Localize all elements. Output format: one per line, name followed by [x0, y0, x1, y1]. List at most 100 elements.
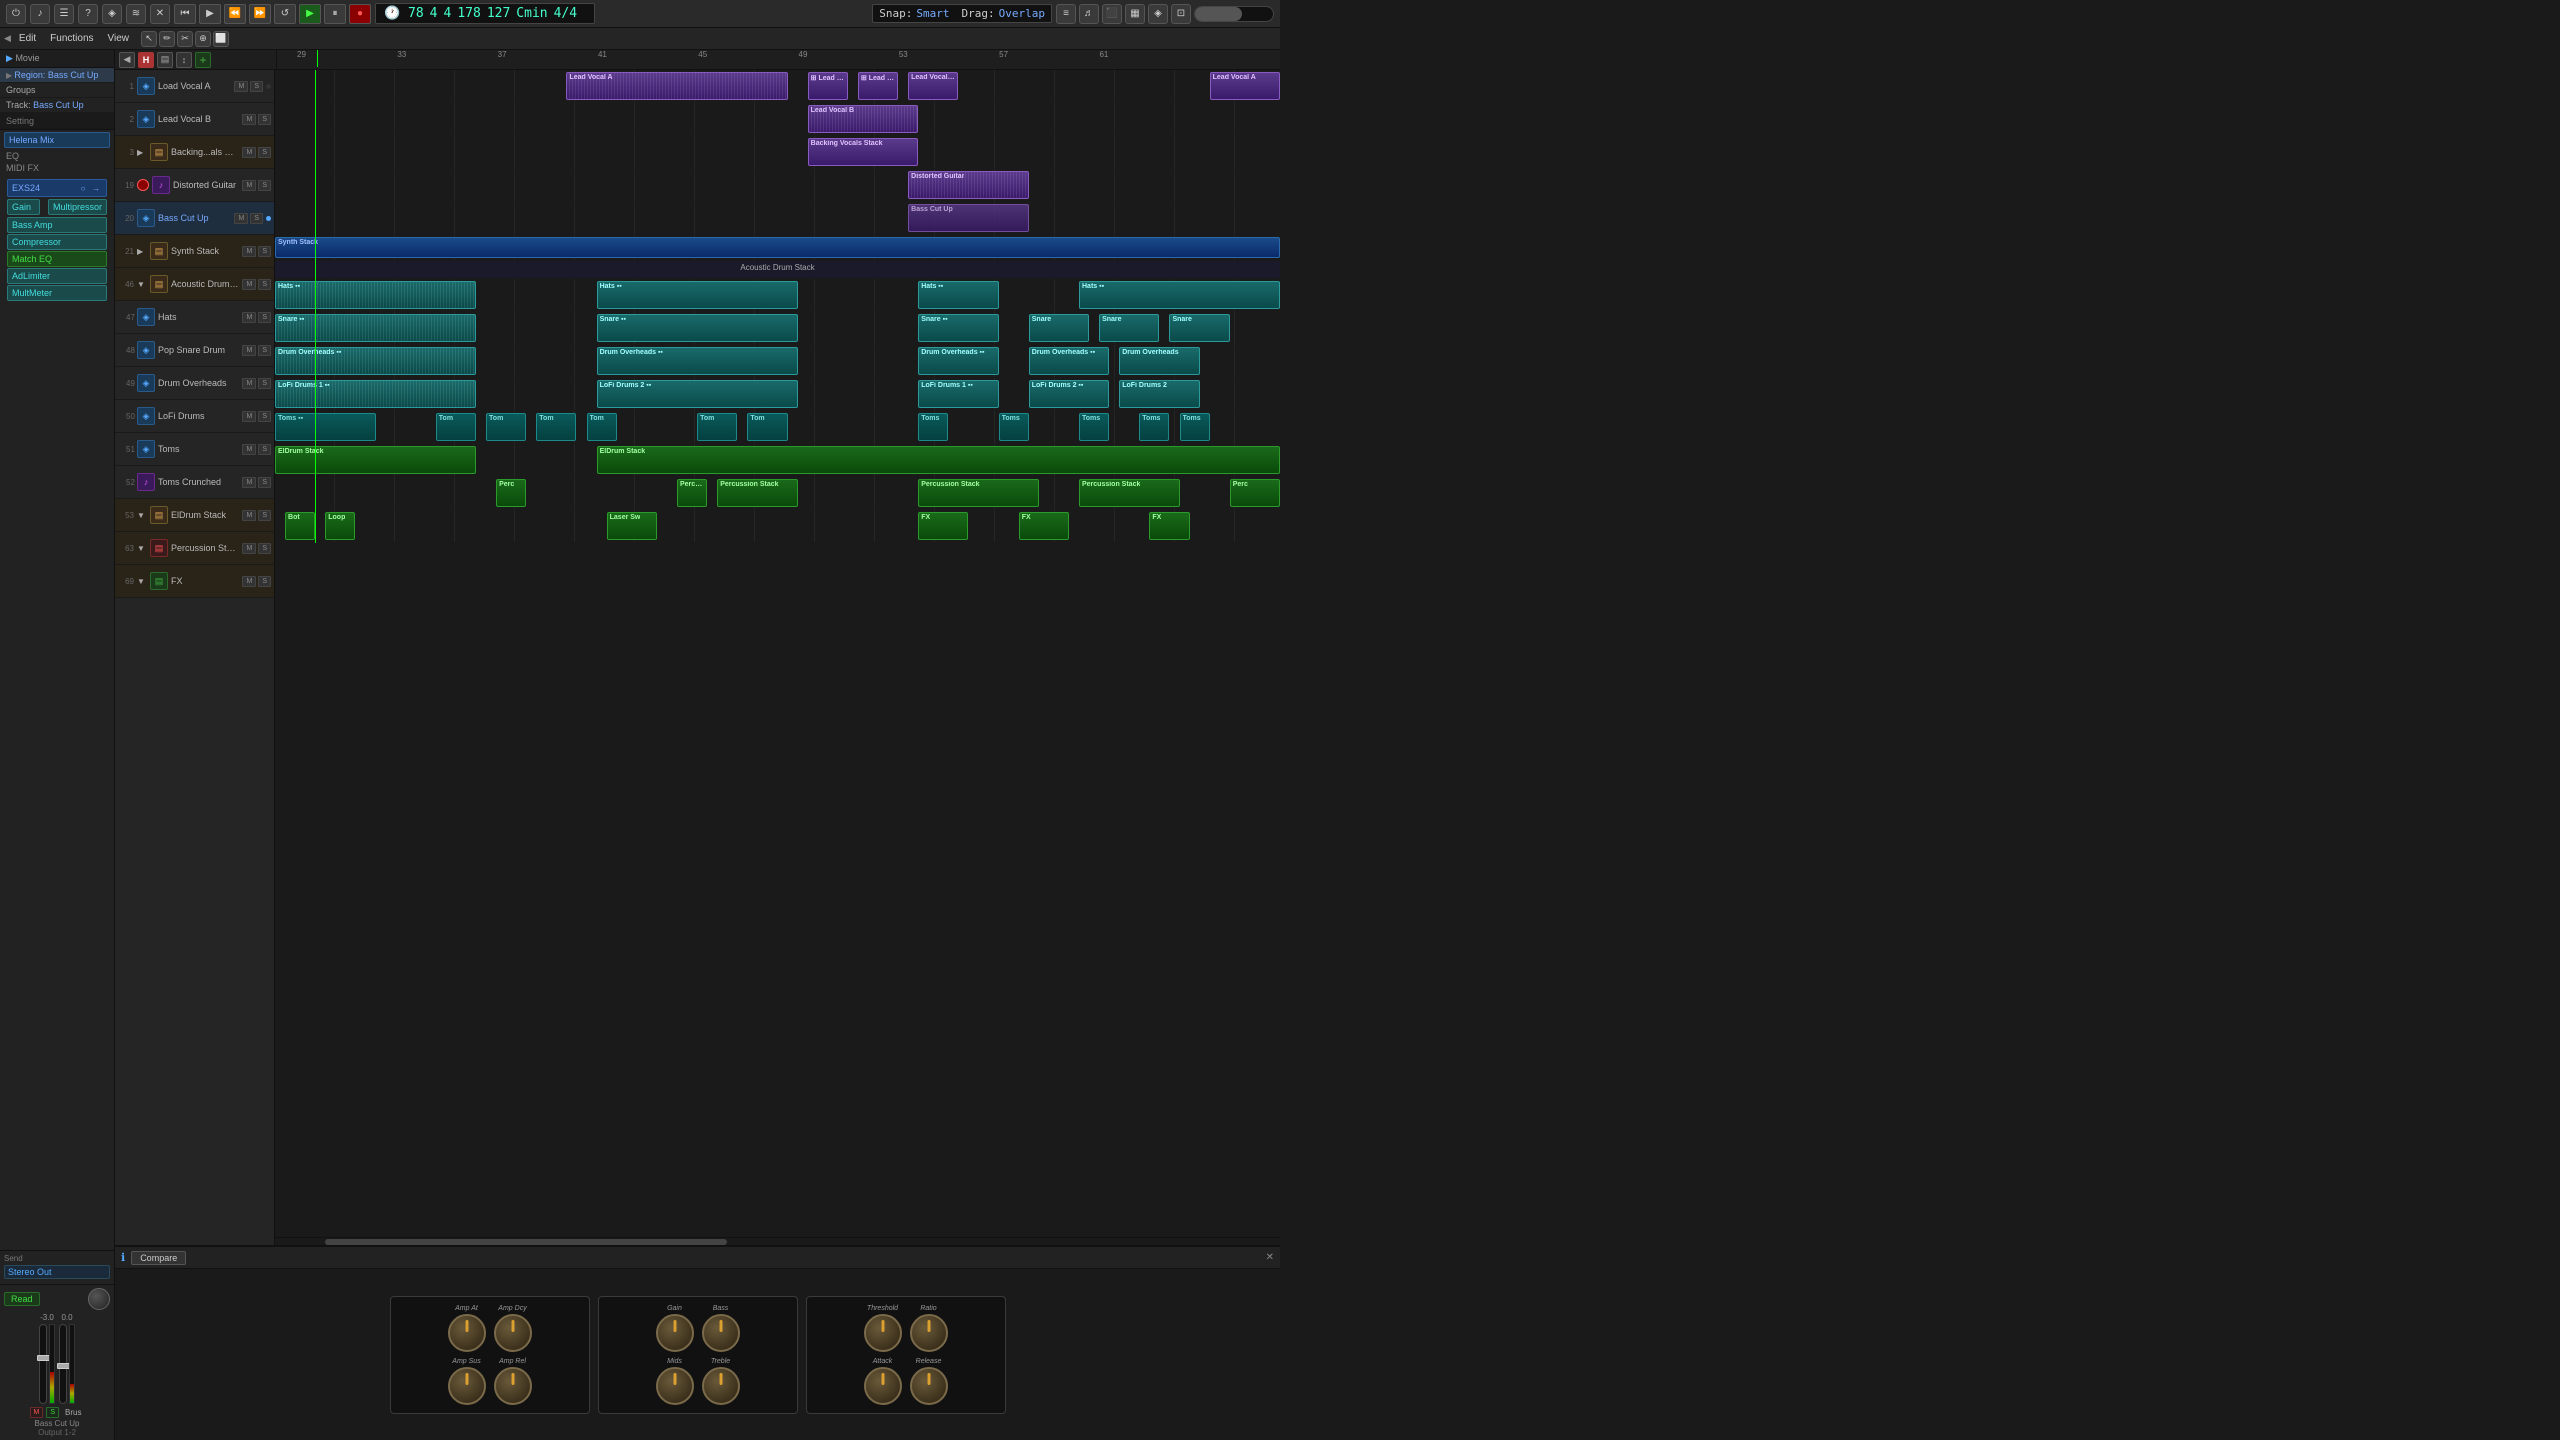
knob-gain-ctrl[interactable]: [656, 1314, 694, 1352]
mute-3[interactable]: M: [242, 147, 256, 158]
list-view-btn[interactable]: ≡: [1056, 4, 1076, 24]
read-btn[interactable]: Read: [4, 1292, 40, 1306]
knob-amp-rel-ctrl[interactable]: [494, 1367, 532, 1405]
piano-btn[interactable]: ⬛: [1102, 4, 1122, 24]
clip-toms-6[interactable]: Tom: [697, 413, 737, 441]
clip-bass-cut[interactable]: Bass Cut Up: [908, 204, 1029, 232]
mute-46[interactable]: M: [242, 279, 256, 290]
clip-toms-1[interactable]: Toms ▪▪: [275, 413, 376, 441]
track-row-bass-cut-up[interactable]: 20 ◈ Bass Cut Up M S: [115, 202, 274, 235]
mute-49[interactable]: M: [242, 378, 256, 389]
track-list-scroll[interactable]: 1 ◈ Load Vocal A M S 2 ◈ Lead Vocal B: [115, 70, 274, 598]
fast-forward-btn[interactable]: ⏩: [249, 4, 271, 24]
synth-folder-arrow[interactable]: ▶: [137, 247, 147, 256]
track-row-fx[interactable]: 69 ▼ ▤ FX M S: [115, 565, 274, 598]
arrangement-scrollbar[interactable]: [275, 1237, 1280, 1245]
clip-eldrum-1[interactable]: ElDrum Stack: [275, 446, 476, 474]
solo-49[interactable]: S: [258, 378, 271, 389]
sidebar-track[interactable]: Track: Bass Cut Up: [0, 98, 114, 113]
clip-toms-7[interactable]: Tom: [747, 413, 787, 441]
clip-lofi-2[interactable]: LoFi Drums 2 ▪▪: [597, 380, 798, 408]
solo-19[interactable]: S: [258, 180, 271, 191]
close-panel-btn[interactable]: ✕: [1266, 1252, 1274, 1263]
sample-btn[interactable]: ◈: [1148, 4, 1168, 24]
arrangement-tracks[interactable]: Lead Vocal A ⊞ Lead Vocal A ⊞ Lead Vocal…: [275, 70, 1280, 1237]
track-row-drum-overheads[interactable]: 49 ◈ Drum Overheads M S: [115, 367, 274, 400]
knob-amp-dcy-ctrl[interactable]: [494, 1314, 532, 1352]
clip-fx-5[interactable]: FX: [1149, 512, 1189, 540]
mute-69[interactable]: M: [242, 576, 256, 587]
knob-bass-ctrl[interactable]: [702, 1314, 740, 1352]
clip-lead-vocal-a-1[interactable]: Lead Vocal A: [566, 72, 787, 100]
clip-backing-1[interactable]: Backing Vocals Stack: [808, 138, 919, 166]
track-row-lead-vocal-a[interactable]: 1 ◈ Load Vocal A M S: [115, 70, 274, 103]
knob-ratio-ctrl[interactable]: [910, 1314, 948, 1352]
pan-fader[interactable]: [59, 1324, 67, 1404]
info-icon[interactable]: ℹ: [121, 1251, 125, 1264]
track-row-distorted-guitar[interactable]: 19 ♪ Distorted Guitar M S: [115, 169, 274, 202]
clip-distorted-guitar[interactable]: Distorted Guitar: [908, 171, 1029, 199]
clip-lead-vocal-a-toke[interactable]: Lead Vocal A: Toke 1: [908, 72, 958, 100]
clip-overheads-1[interactable]: Drum Overheads ▪▪: [275, 347, 476, 375]
mute-1[interactable]: M: [234, 81, 248, 92]
plugin-multimeter[interactable]: MultMeter: [7, 285, 107, 301]
solo-2[interactable]: S: [258, 114, 271, 125]
clip-toms-9[interactable]: Toms: [999, 413, 1029, 441]
track-row-toms-crunched[interactable]: 52 ♪ Toms Crunched M S: [115, 466, 274, 499]
clip-fx-3[interactable]: FX: [918, 512, 968, 540]
knob-attack-ctrl[interactable]: [864, 1367, 902, 1405]
track-config-btn[interactable]: ▤: [157, 52, 173, 68]
record-btn[interactable]: ●: [349, 4, 371, 24]
rewind-btn[interactable]: ⏪: [224, 4, 246, 24]
scrollbar-thumb[interactable]: [325, 1239, 727, 1245]
mute-52[interactable]: M: [242, 477, 256, 488]
edit-menu[interactable]: Edit: [13, 31, 42, 46]
power-btn[interactable]: ⏻: [6, 4, 26, 24]
sidebar-region[interactable]: ▶ Region: Bass Cut Up: [0, 68, 114, 83]
clip-fx-2[interactable]: Loop: [325, 512, 355, 540]
clip-toms-3[interactable]: Tom: [486, 413, 526, 441]
clip-lofi-3[interactable]: LoFi Drums 1 ▪▪: [918, 380, 998, 408]
main-fader[interactable]: [39, 1324, 47, 1404]
clip-lead-vocal-b-1[interactable]: Lead Vocal B: [808, 105, 919, 133]
track-row-eldrum-stack[interactable]: 53 ▼ ▤ ElDrum Stack M S: [115, 499, 274, 532]
mute-50[interactable]: M: [242, 411, 256, 422]
clip-toms-2[interactable]: Tom: [436, 413, 476, 441]
plugin-adlimiter[interactable]: AdLimiter: [7, 268, 107, 284]
clip-snare-4[interactable]: Snare: [1029, 314, 1089, 342]
multipressor-btn[interactable]: Multipressor: [48, 199, 107, 215]
stereo-out[interactable]: Stereo Out: [4, 1265, 110, 1279]
knob-release-ctrl[interactable]: [910, 1367, 948, 1405]
track-row-percussion-stack[interactable]: 63 ▼ ▤ Percussion Stack M S: [115, 532, 274, 565]
gain-btn[interactable]: Gain: [7, 199, 40, 215]
clip-perc-4[interactable]: Percussion Stack: [918, 479, 1039, 507]
solo-20[interactable]: S: [250, 213, 263, 224]
score-btn[interactable]: ♬: [1079, 4, 1099, 24]
clip-lead-vocal-a-end[interactable]: Lead Vocal A: [1210, 72, 1280, 100]
knob-threshold-ctrl[interactable]: [864, 1314, 902, 1352]
track-sort-btn[interactable]: ↕: [176, 52, 192, 68]
mute-47[interactable]: M: [242, 312, 256, 323]
eldrum-arrow[interactable]: ▼: [137, 511, 147, 520]
info-btn[interactable]: ♪: [30, 4, 50, 24]
drag-value[interactable]: Overlap: [999, 7, 1045, 20]
pause-btn[interactable]: ⏸: [324, 4, 346, 24]
clip-toms-12[interactable]: Toms: [1180, 413, 1210, 441]
clip-perc-1[interactable]: Perc: [496, 479, 526, 507]
pointer-tool[interactable]: ↖: [141, 31, 157, 47]
clip-lead-vocal-a-3[interactable]: ⊞ Lead Vocal A: [858, 72, 898, 100]
knob-amp-sus-ctrl[interactable]: [448, 1367, 486, 1405]
plugin-match-eq[interactable]: Match EQ: [7, 251, 107, 267]
clip-lofi-5[interactable]: LoFi Drums 2: [1119, 380, 1199, 408]
scissors-tool[interactable]: ✂: [177, 31, 193, 47]
mute-63[interactable]: M: [242, 543, 256, 554]
pencil-tool[interactable]: ✏: [159, 31, 175, 47]
track-row-lead-vocal-b[interactable]: 2 ◈ Lead Vocal B M S: [115, 103, 274, 136]
keycommand-btn[interactable]: ✕: [150, 4, 170, 24]
plugin-exs24[interactable]: EXS24 ○ →: [7, 179, 107, 197]
plugin-bass-amp[interactable]: Bass Amp: [7, 217, 107, 233]
functions-menu[interactable]: Functions: [44, 31, 99, 46]
collapse-all-btn[interactable]: ◀: [119, 52, 135, 68]
solo-69[interactable]: S: [258, 576, 271, 587]
mute-53[interactable]: M: [242, 510, 256, 521]
